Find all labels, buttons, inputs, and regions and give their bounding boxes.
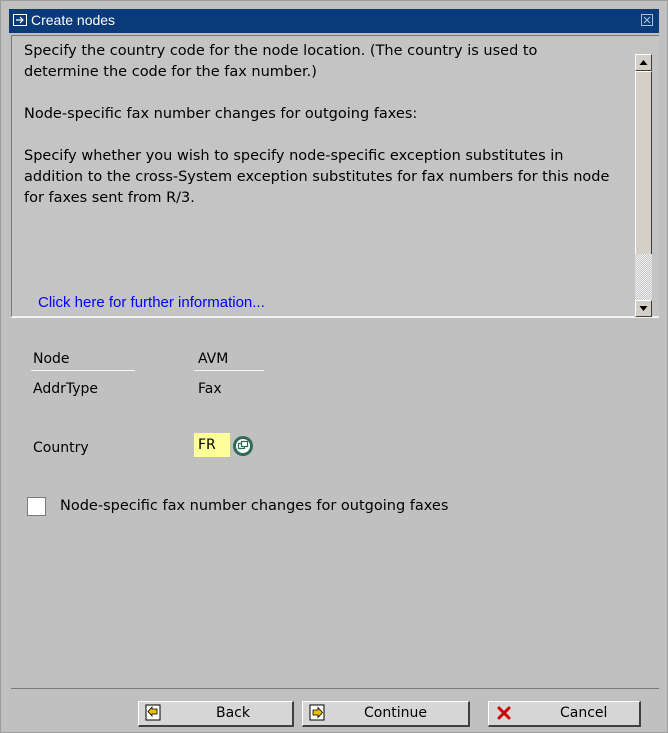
scroll-track[interactable]	[635, 254, 652, 300]
continue-icon	[309, 704, 325, 721]
window-title: Create nodes	[31, 12, 116, 28]
country-label: Country	[33, 440, 89, 456]
create-nodes-dialog: Create nodes Specify the country code fo…	[0, 0, 668, 733]
scroll-down-button[interactable]	[635, 300, 652, 317]
help-paragraph: Specify the country code for the node lo…	[24, 43, 538, 80]
node-label-underline	[31, 370, 135, 371]
back-button-label: Back	[216, 705, 250, 721]
help-text: Specify the country code for the node lo…	[24, 41, 614, 230]
addrtype-value: Fax	[198, 381, 222, 397]
close-icon[interactable]	[641, 14, 653, 26]
cancel-button-label: Cancel	[560, 705, 608, 721]
node-specific-fax-checkbox-label: Node-specific fax number changes for out…	[60, 498, 449, 514]
further-information-link[interactable]: Click here for further information...	[38, 294, 265, 311]
cancel-button[interactable]: Cancel	[488, 701, 641, 727]
node-value: AVM	[198, 351, 229, 367]
node-specific-fax-checkbox[interactable]	[27, 497, 46, 516]
help-paragraph: Specify whether you wish to specify node…	[24, 148, 610, 206]
back-button[interactable]: Back	[138, 701, 294, 727]
arrow-up-icon	[639, 60, 648, 65]
value-help-icon[interactable]	[232, 435, 254, 457]
node-label: Node	[33, 351, 70, 367]
node-value-underline	[194, 370, 264, 371]
cancel-icon	[497, 706, 511, 720]
back-icon	[145, 704, 161, 721]
country-input[interactable]: FR	[194, 433, 230, 457]
help-scrollbar[interactable]	[635, 54, 652, 317]
scroll-up-button[interactable]	[635, 54, 652, 71]
help-paragraph: Node-specific fax number changes for out…	[24, 106, 418, 122]
continue-button[interactable]: Continue	[302, 701, 470, 727]
dialog-icon	[13, 14, 27, 26]
continue-button-label: Continue	[364, 705, 427, 721]
title-bar: Create nodes	[9, 9, 659, 33]
arrow-down-icon	[639, 306, 648, 311]
addrtype-label: AddrType	[33, 381, 99, 397]
